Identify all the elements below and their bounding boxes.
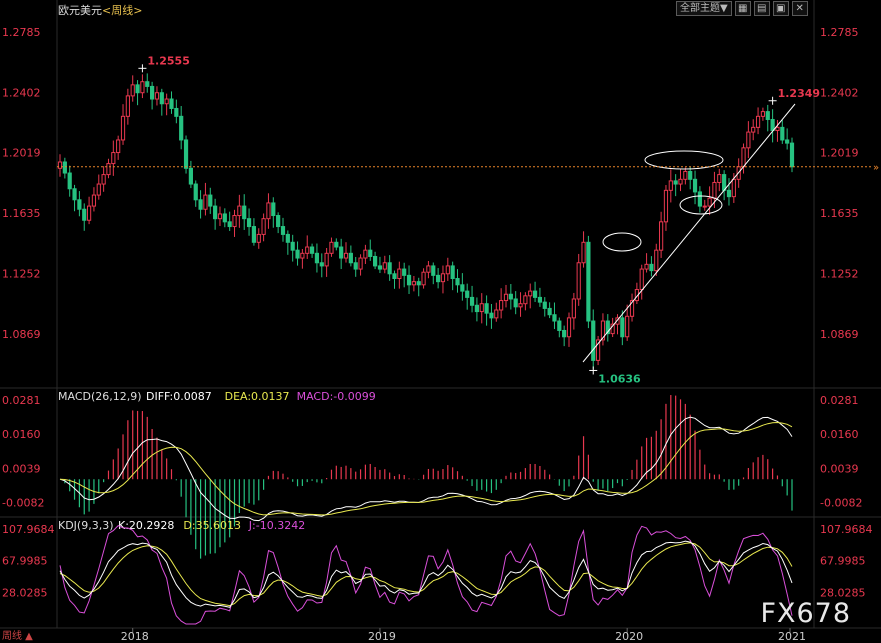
kdj-tick-left: 107.9684 — [2, 523, 55, 536]
price-tick-left: 1.1252 — [2, 267, 41, 280]
current-price-marker: » — [873, 163, 879, 174]
price-tick-right: 1.0869 — [820, 328, 859, 341]
macd-tick-right: 0.0281 — [820, 394, 859, 407]
macd-legend-dea: DEA:0.0137 — [225, 390, 290, 403]
extreme-label: 1.2349 — [778, 87, 820, 100]
macd-tick-right: 0.0160 — [820, 428, 859, 441]
macd-tick-left: 0.0039 — [2, 462, 41, 475]
price-tick-right: 1.1252 — [820, 267, 859, 280]
macd-legend-macd: MACD:-0.0099 — [297, 390, 376, 403]
macd-title: MACD(26,12,9) — [58, 390, 142, 403]
price-tick-left: 1.2402 — [2, 86, 41, 99]
symbol-name: 欧元美元 — [58, 4, 102, 17]
macd-legend-diff: DIFF:0.0087 — [146, 390, 212, 403]
chart-title: 欧元美元<周线> — [58, 2, 142, 18]
window-toolbar: 全部主题▼ ▦ ▤ ▣ ✕ — [676, 1, 808, 16]
price-tick-right: 1.2019 — [820, 147, 859, 160]
kdj-legend-k: K:20.2928 — [118, 519, 174, 532]
restore-icon[interactable]: ▣ — [772, 1, 789, 16]
macd-tick-left: 0.0281 — [2, 394, 41, 407]
period-label: <周线> — [102, 4, 143, 17]
candle — [183, 135, 189, 174]
kdj-tick-right: 107.9684 — [820, 523, 873, 536]
macd-tick-left: 0.0160 — [2, 428, 41, 441]
macd-tick-right: 0.0039 — [820, 462, 859, 475]
kdj-legend-d: D:35.6013 — [183, 519, 241, 532]
price-tick-left: 1.2019 — [2, 147, 41, 160]
macd-tick-left: -0.0082 — [2, 496, 44, 509]
year-label: 2018 — [121, 630, 149, 643]
kdj-legend-j: J:-10.3242 — [248, 519, 305, 532]
list-icon[interactable]: ▤ — [753, 1, 770, 16]
kdj-tick-right: 67.9985 — [820, 555, 866, 568]
kdj-tick-left: 28.0285 — [2, 586, 48, 599]
watermark-logo: FX678 — [760, 598, 851, 629]
theme-menu-button[interactable]: 全部主题▼ — [676, 1, 732, 16]
close-icon[interactable]: ✕ — [791, 1, 808, 16]
price-tick-left: 1.2785 — [2, 26, 41, 39]
grid-icon[interactable]: ▦ — [734, 1, 751, 16]
price-tick-right: 1.2785 — [820, 26, 859, 39]
price-tick-right: 1.2402 — [820, 86, 859, 99]
price-tick-left: 1.0869 — [2, 328, 41, 341]
extreme-label: 1.0636 — [598, 372, 641, 385]
price-tick-left: 1.1635 — [2, 207, 41, 220]
year-label: 2019 — [368, 630, 396, 643]
kdj-title: KDJ(9,3,3) — [58, 519, 114, 532]
kdj-tick-left: 67.9985 — [2, 555, 48, 568]
extreme-label: 1.2555 — [147, 54, 189, 67]
year-label: 2021 — [778, 630, 806, 643]
price-tick-right: 1.1635 — [820, 207, 859, 220]
stock-chart: 1.2555 1.2349 1.0636 1.2785 1.2785 1.2402 1.2… — [0, 0, 881, 643]
macd-tick-right: -0.0082 — [820, 496, 862, 509]
period-footer[interactable]: 周线 ▲ — [2, 627, 33, 642]
candle — [595, 335, 601, 366]
candle — [586, 235, 591, 329]
year-label: 2020 — [615, 630, 643, 643]
